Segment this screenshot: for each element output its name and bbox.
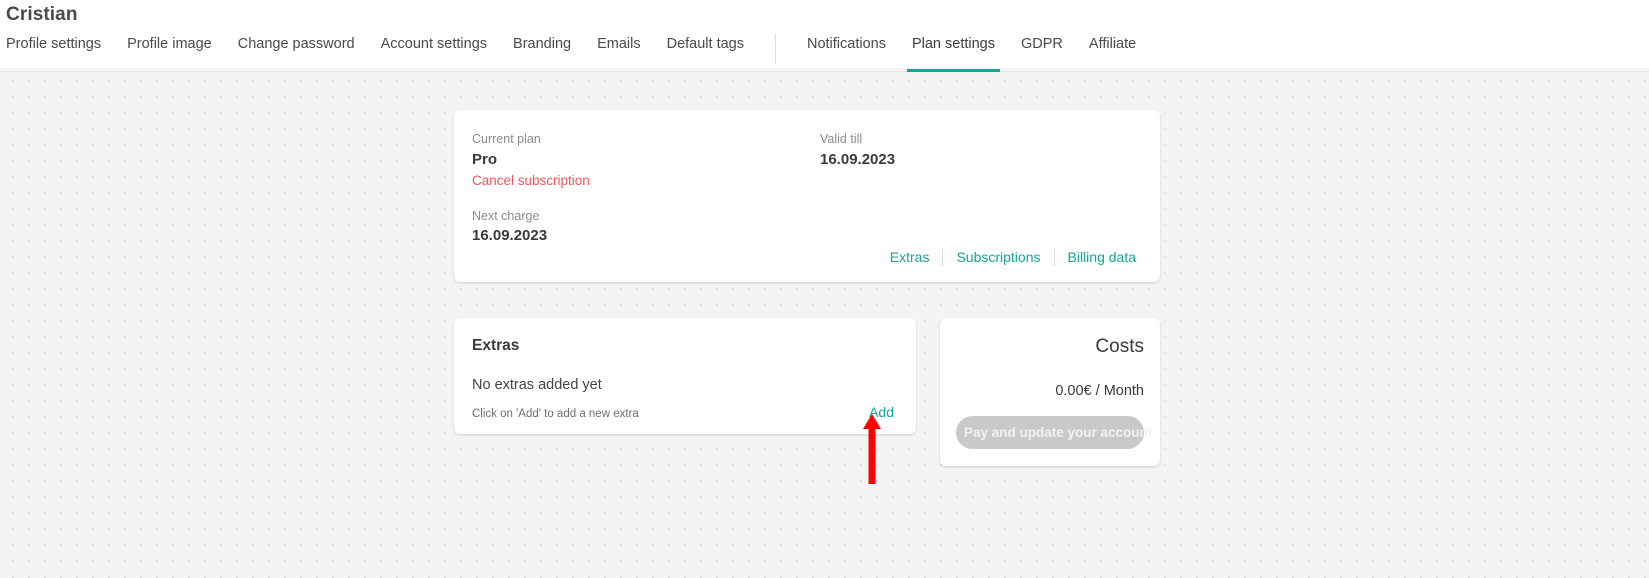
- pay-and-update-button[interactable]: Pay and update your account: [956, 416, 1152, 450]
- next-charge-block: Next charge 16.09.2023: [472, 207, 820, 247]
- tab-branding[interactable]: Branding: [500, 34, 584, 71]
- tab-label: Default tags: [666, 36, 744, 52]
- main-canvas: Current plan Pro Cancel subscription Nex…: [0, 68, 1649, 578]
- billing-data-link[interactable]: Billing data: [1055, 249, 1137, 265]
- extras-hint-row: Click on 'Add' to add a new extra Add: [472, 404, 896, 420]
- costs-amount-value: 0.00€ / Month: [1055, 382, 1144, 399]
- tab-default-tags[interactable]: Default tags: [654, 34, 757, 71]
- subscriptions-link[interactable]: Subscriptions: [943, 249, 1053, 265]
- page-title: Cristian: [6, 4, 78, 25]
- extras-card: Extras No extras added yet Click on 'Add…: [454, 318, 916, 434]
- tab-change-password[interactable]: Change password: [225, 34, 368, 71]
- tab-label: Affiliate: [1088, 36, 1137, 52]
- tab-gdpr[interactable]: GDPR: [1008, 34, 1076, 71]
- tab-account-settings[interactable]: Account settings: [368, 34, 500, 71]
- valid-till-value: 16.09.2023: [820, 150, 896, 168]
- tab-label: Notifications: [806, 36, 886, 52]
- tab-navigation: Profile settings Profile image Change pa…: [0, 34, 1649, 72]
- costs-card-title: Costs: [1095, 336, 1144, 357]
- tab-group-divider: [774, 34, 776, 64]
- next-charge-value: 16.09.2023: [472, 227, 548, 245]
- plan-card-links: Extras Subscriptions Billing data: [877, 248, 1136, 266]
- extras-empty-message: No extras added yet: [472, 377, 602, 394]
- plan-card-right-column: Valid till 16.09.2023: [820, 130, 1134, 247]
- tab-label: Profile settings: [6, 36, 102, 52]
- add-extra-link[interactable]: Add: [869, 404, 896, 420]
- tab-label: GDPR: [1021, 36, 1063, 52]
- extras-link[interactable]: Extras: [877, 249, 943, 265]
- tab-profile-settings[interactable]: Profile settings: [0, 34, 114, 71]
- tab-label: Profile image: [127, 36, 212, 52]
- plan-card-columns: Current plan Pro Cancel subscription Nex…: [472, 130, 1134, 247]
- tab-profile-image[interactable]: Profile image: [114, 34, 225, 71]
- current-plan-card: Current plan Pro Cancel subscription Nex…: [454, 110, 1160, 282]
- page-header: Cristian Profile settings Profile image …: [0, 0, 1649, 72]
- tab-label: Emails: [597, 36, 641, 52]
- tab-label: Account settings: [380, 36, 488, 52]
- extras-hint-text: Click on 'Add' to add a new extra: [472, 407, 639, 420]
- costs-card: Costs 0.00€ / Month Pay and update your …: [940, 318, 1160, 466]
- tab-affiliate[interactable]: Affiliate: [1076, 34, 1149, 71]
- tab-label: Change password: [237, 36, 355, 52]
- valid-till-label: Valid till: [820, 132, 863, 146]
- next-charge-label: Next charge: [472, 208, 540, 223]
- tab-emails[interactable]: Emails: [584, 34, 654, 71]
- tab-notifications[interactable]: Notifications: [794, 34, 899, 71]
- current-plan-label: Current plan: [472, 132, 541, 146]
- tab-label: Branding: [513, 36, 572, 52]
- cancel-subscription-link[interactable]: Cancel subscription: [472, 171, 820, 191]
- current-plan-value: Pro: [472, 150, 498, 168]
- plan-card-left-column: Current plan Pro Cancel subscription Nex…: [472, 130, 820, 247]
- extras-card-title: Extras: [472, 337, 520, 354]
- tab-plan-settings[interactable]: Plan settings: [899, 34, 1008, 72]
- tab-label: Plan settings: [911, 36, 995, 52]
